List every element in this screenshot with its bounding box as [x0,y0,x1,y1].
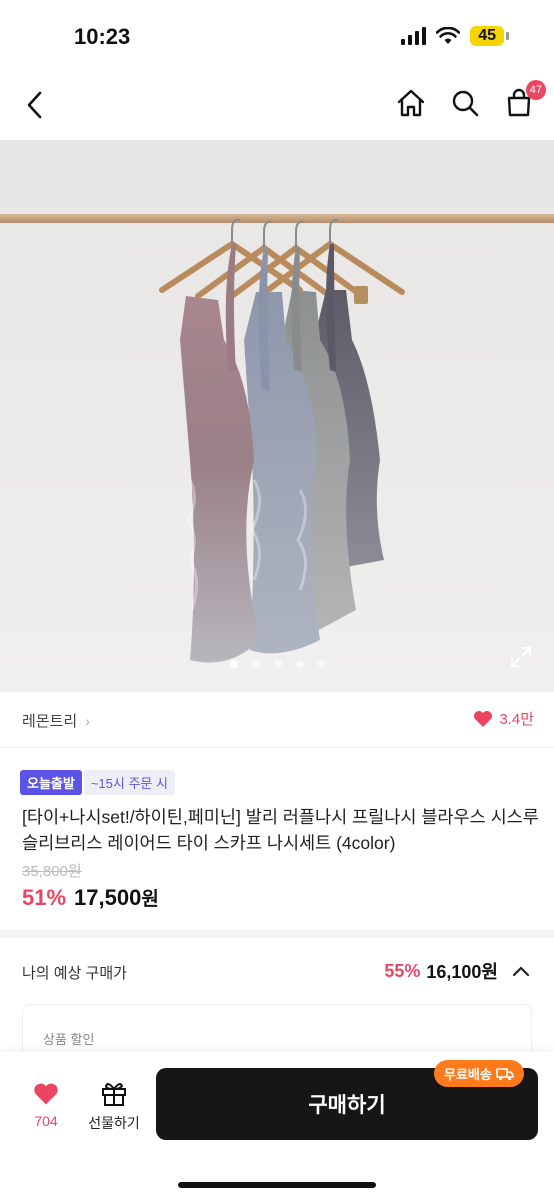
chevron-right-icon: › [85,712,90,729]
like-button[interactable]: 704 [20,1082,72,1129]
home-icon [397,89,425,117]
heart-icon [34,1083,58,1105]
brand-link[interactable]: 레몬트리 › [22,710,90,731]
cart-button[interactable]: 47 [502,80,546,120]
gallery-pagination [230,660,326,668]
expected-price-value: 55% 16,100원 [384,958,530,984]
gallery-dot[interactable] [296,660,304,668]
gift-label: 선물하기 [88,1115,140,1131]
cellular-signal-icon [401,27,427,45]
chevron-up-icon[interactable] [512,965,530,977]
product-photo [0,214,554,663]
discount-rate: 51% [22,885,67,910]
sale-price: 17,500원 [74,885,159,910]
original-price: 35,800원 [22,863,82,880]
expected-price-row[interactable]: 나의 예상 구매가 55% 16,100원 [0,938,554,1004]
brand-like-count: 3.4만 [499,711,534,728]
back-button[interactable] [18,88,50,122]
brand-likes[interactable]: 3.4만 [473,708,534,729]
expected-price-label: 나의 예상 구매가 [22,965,127,982]
bottom-action-bar: 704 선물하기 구매하기 무료배송 [0,1052,554,1200]
gallery-dot[interactable] [252,660,260,668]
product-image-gallery[interactable] [0,140,554,692]
home-button[interactable] [394,86,428,120]
free-shipping-badge: 무료배송 [434,1060,524,1087]
status-time: 10:23 [74,24,131,49]
gallery-dot[interactable] [318,660,326,668]
gift-icon [102,1083,126,1106]
expand-icon [511,647,531,667]
chevron-left-icon [27,91,42,119]
truck-icon [496,1067,514,1080]
shipping-tags: 오늘출발 ~15시 주문 시 [20,770,175,795]
fullscreen-button[interactable] [510,646,532,668]
product-info: 오늘출발 ~15시 주문 시 [타이+나시set!/하이틴,페미닌] 발리 러플… [0,748,554,938]
search-button[interactable] [448,86,482,120]
product-discount-label: 상품 할인 [43,1032,95,1047]
home-indicator [178,1182,376,1188]
battery-indicator: 45 [470,26,509,46]
status-icons: 45 [401,26,509,46]
expected-price: 16,100원 [426,962,498,982]
like-count: 704 [34,1113,58,1129]
nav-actions: 47 [394,80,546,120]
search-icon [452,90,479,117]
gift-button[interactable]: 선물하기 [82,1080,146,1133]
gallery-dot[interactable] [274,660,282,668]
heart-icon [474,710,493,727]
nav-bar: 47 [0,70,554,140]
order-deadline-tag: ~15시 주문 시 [83,770,175,795]
free-shipping-label: 무료배송 [444,1067,492,1082]
wifi-icon [436,27,461,44]
brand-name: 레몬트리 [22,713,78,730]
cart-count-badge: 47 [525,80,546,100]
price-row: 51% 17,500원 [22,884,159,911]
today-shipping-tag: 오늘출발 [20,770,82,795]
brand-row: 레몬트리 › 3.4만 [0,692,554,748]
status-bar: 10:23 45 [0,0,554,70]
expected-discount-rate: 55% [384,960,421,981]
gallery-dot[interactable] [230,660,238,668]
product-title: [타이+나시set!/하이틴,페미닌] 발리 러플나시 프릴나시 블라우스 시스… [22,807,539,853]
